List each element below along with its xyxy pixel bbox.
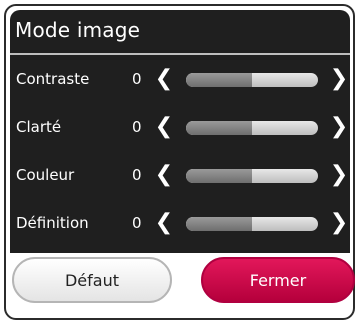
setting-row-brightness: Clarté 0 ❮ ❯ [10,104,350,152]
default-button[interactable]: Défaut [12,257,172,303]
setting-value: 0 [132,166,142,184]
chevron-left-icon[interactable]: ❮ [155,209,173,237]
setting-label: Couleur [16,166,75,184]
slider-track[interactable] [186,73,318,87]
setting-row-contrast: Contraste 0 ❮ ❯ [10,56,350,104]
chevron-right-icon[interactable]: ❯ [330,161,348,189]
chevron-left-icon[interactable]: ❮ [155,161,173,189]
dialog-title: Mode image [15,18,141,42]
chevron-right-icon[interactable]: ❯ [330,113,348,141]
slider-track[interactable] [186,169,318,183]
setting-value: 0 [132,214,142,232]
setting-label: Définition [16,214,89,232]
slider-fill [186,73,252,87]
chevron-right-icon[interactable]: ❯ [330,209,348,237]
chevron-right-icon[interactable]: ❯ [330,65,348,93]
slider-fill [186,217,252,231]
chevron-left-icon[interactable]: ❮ [155,113,173,141]
title-divider [10,53,350,55]
slider-fill [186,121,252,135]
slider-track[interactable] [186,217,318,231]
setting-label: Clarté [16,118,62,136]
chevron-left-icon[interactable]: ❮ [155,65,173,93]
setting-row-sharpness: Définition 0 ❮ ❯ [10,200,350,248]
slider-track[interactable] [186,121,318,135]
close-button[interactable]: Fermer [201,257,355,303]
slider-fill [186,169,252,183]
setting-label: Contraste [16,70,90,88]
setting-value: 0 [132,118,142,136]
setting-value: 0 [132,70,142,88]
setting-row-color: Couleur 0 ❮ ❯ [10,152,350,200]
